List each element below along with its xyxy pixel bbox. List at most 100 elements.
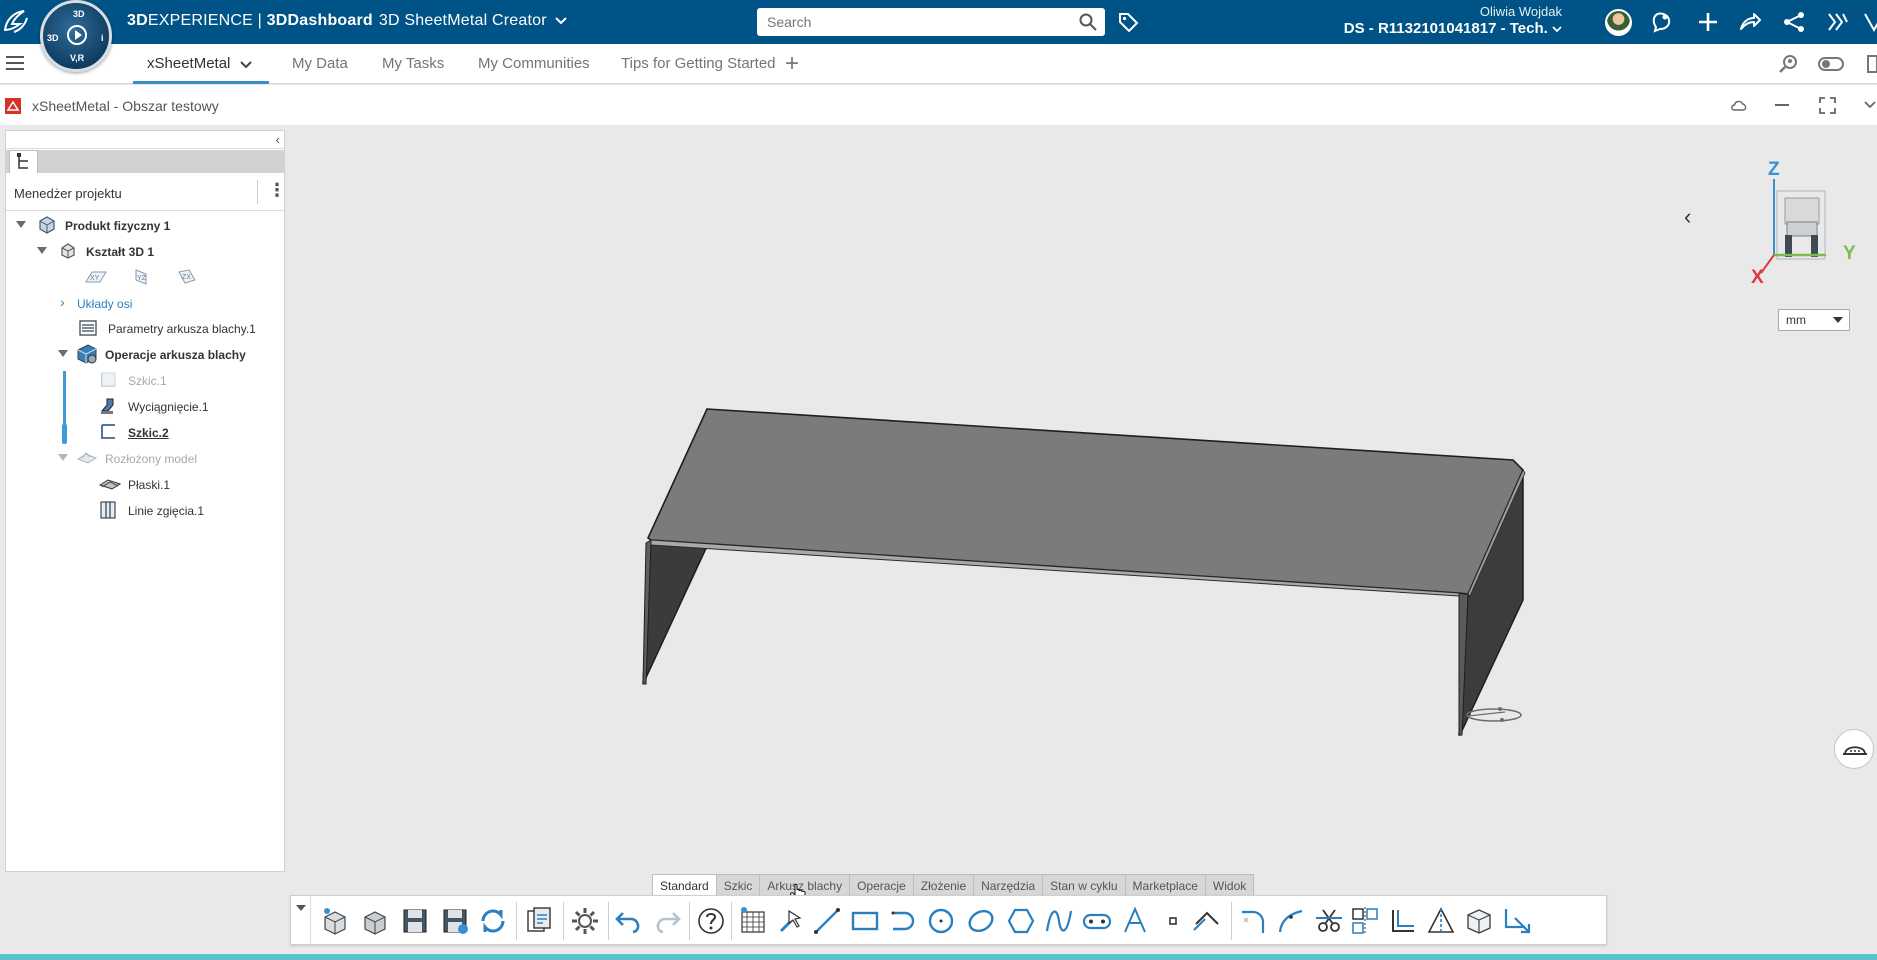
- section-tab-szkic[interactable]: Szkic: [716, 874, 761, 896]
- cloud-icon[interactable]: [1730, 97, 1748, 113]
- help-question-icon[interactable]: [695, 905, 727, 937]
- section-tab-marketplace[interactable]: Marketplace: [1125, 874, 1206, 896]
- grid-icon[interactable]: [737, 905, 769, 937]
- add-tab-icon[interactable]: +: [785, 50, 799, 78]
- notification-icon[interactable]: [1650, 10, 1674, 34]
- view-compass-cube[interactable]: Z Y X: [1749, 155, 1861, 285]
- line-tool-icon[interactable]: [811, 905, 843, 937]
- dimension-tool-icon[interactable]: [1191, 905, 1223, 937]
- tree-label: Parametry arkusza blachy.1: [108, 322, 256, 336]
- oblong-tool-icon[interactable]: [1081, 905, 1113, 937]
- plane-xy-icon[interactable]: XY: [84, 268, 108, 286]
- maximize-icon[interactable]: [1819, 97, 1836, 114]
- tree-node-operacje[interactable]: Operacje arkusza blachy: [58, 344, 278, 365]
- arc-tool-icon[interactable]: [1275, 905, 1307, 937]
- expand-arrow-icon[interactable]: [37, 247, 47, 254]
- new-product-icon[interactable]: [319, 905, 351, 937]
- expand-panel-chevron-icon[interactable]: ‹: [1684, 204, 1691, 230]
- panel-icon[interactable]: [1866, 53, 1877, 75]
- trim-tool-icon[interactable]: [1313, 905, 1345, 937]
- user-menu[interactable]: Oliwia Wojdak DS - R1132101041817 - Tech…: [1344, 4, 1562, 37]
- toggle-view-icon[interactable]: [1817, 53, 1845, 75]
- brand-experience: EXPERIENCE: [147, 12, 253, 29]
- avatar[interactable]: [1605, 9, 1632, 36]
- point-tool-icon[interactable]: [1157, 905, 1189, 937]
- minimize-icon[interactable]: [1774, 103, 1790, 107]
- toolbar-separator: [689, 902, 690, 940]
- tab-my-tasks[interactable]: My Tasks: [382, 55, 444, 72]
- section-tab-zlozenie[interactable]: Złożenie: [913, 874, 975, 896]
- spline-tool-icon[interactable]: [1043, 905, 1075, 937]
- fillet-tool-icon[interactable]: [1237, 905, 1269, 937]
- section-tab-operacje[interactable]: Operacje: [850, 874, 914, 896]
- ellipse-tool-icon[interactable]: [965, 905, 997, 937]
- text-tool-icon[interactable]: [1119, 905, 1151, 937]
- expand-chevron-icon[interactable]: ›: [60, 294, 65, 310]
- tab-my-communities[interactable]: My Communities: [478, 55, 590, 72]
- exit-sketch-icon[interactable]: [1501, 905, 1533, 937]
- offset-tool-icon[interactable]: [1387, 905, 1419, 937]
- tab-tips-getting-started[interactable]: Tips for Getting Started: [621, 55, 776, 72]
- expand-arrow-icon[interactable]: [58, 454, 68, 461]
- share-arrow-icon[interactable]: [1738, 10, 1762, 34]
- section-tab-stan-w-cyklu[interactable]: Stan w cyklu: [1043, 874, 1126, 896]
- tree-node-uklady-osi[interactable]: › Układy osi: [60, 294, 220, 314]
- plane-yz-icon[interactable]: YZ: [130, 268, 154, 286]
- tree-node-rozlozony[interactable]: Rozłożony model: [58, 449, 258, 469]
- assistant-helmet-icon[interactable]: [1834, 729, 1874, 769]
- section-tab-narzedzia[interactable]: Narzędzia: [974, 874, 1044, 896]
- rectangle-tool-icon[interactable]: [849, 905, 881, 937]
- 3d-box-icon[interactable]: [1463, 905, 1495, 937]
- search-people-icon[interactable]: [1778, 53, 1800, 75]
- chevron-down-icon[interactable]: [1863, 100, 1877, 110]
- section-tab-standard[interactable]: Standard: [652, 874, 717, 896]
- app-name-dropdown[interactable]: 3D SheetMetal Creator: [379, 12, 547, 29]
- share-network-icon[interactable]: [1782, 10, 1806, 34]
- add-icon[interactable]: [1696, 10, 1720, 34]
- save-all-icon[interactable]: [439, 905, 471, 937]
- tree-node-produkt-fizyczny[interactable]: Produkt fizyczny 1: [16, 216, 216, 236]
- circle-tool-icon[interactable]: [925, 905, 957, 937]
- tree-node-parametry[interactable]: Parametry arkusza blachy.1: [79, 319, 279, 339]
- constraint-tool-icon[interactable]: [1425, 905, 1457, 937]
- tree-node-szkic-1[interactable]: Szkic.1: [99, 371, 249, 391]
- tab-my-data[interactable]: My Data: [292, 55, 348, 72]
- expand-arrow-icon[interactable]: [58, 350, 68, 357]
- tree-node-wyciagniecie[interactable]: Wyciągnięcie.1: [99, 397, 259, 417]
- revision-icon[interactable]: [523, 905, 555, 937]
- chevron-down-icon[interactable]: [555, 16, 568, 26]
- action-bar-expand-icon[interactable]: [291, 896, 311, 944]
- apps-icon[interactable]: [1826, 10, 1850, 34]
- tree-node-plaski[interactable]: Płaski.1: [99, 475, 249, 495]
- tab-tree[interactable]: [9, 150, 38, 173]
- settings-gear-icon[interactable]: [569, 905, 601, 937]
- open-content-icon[interactable]: [359, 905, 391, 937]
- redo-icon[interactable]: [651, 905, 683, 937]
- search-icon[interactable]: [1079, 13, 1097, 31]
- mirror-tool-icon[interactable]: [1349, 905, 1381, 937]
- plane-zx-icon[interactable]: ZX: [175, 268, 199, 286]
- collapse-chevron-icon[interactable]: ‹: [276, 132, 280, 147]
- tree-node-ksztalt-3d[interactable]: Kształt 3D 1: [37, 242, 237, 262]
- hamburger-menu-icon[interactable]: [6, 56, 24, 70]
- unit-selector[interactable]: mm: [1778, 309, 1850, 331]
- select-sketch-icon[interactable]: [775, 905, 807, 937]
- refresh-icon[interactable]: [477, 905, 509, 937]
- search-input[interactable]: [757, 8, 1057, 36]
- section-tab-widok[interactable]: Widok: [1205, 874, 1255, 896]
- more-options-icon[interactable]: ⋮: [268, 181, 286, 199]
- tree-node-linie-zgiecia[interactable]: Linie zgięcia.1: [99, 501, 249, 521]
- undo-icon[interactable]: [613, 905, 645, 937]
- tab-xsheetmetal[interactable]: xSheetMetal: [147, 55, 230, 72]
- tag-icon[interactable]: [1117, 11, 1139, 33]
- slot-tool-icon[interactable]: [887, 905, 919, 937]
- chevron-down-icon[interactable]: [239, 60, 253, 70]
- compass-icon[interactable]: 3D 3D i V,R: [40, 0, 112, 72]
- polygon-tool-icon[interactable]: [1005, 905, 1037, 937]
- help-icon[interactable]: [1862, 10, 1877, 34]
- ds-logo-icon[interactable]: [0, 6, 32, 38]
- save-icon[interactable]: [399, 905, 431, 937]
- tree-node-szkic-2[interactable]: Szkic.2: [99, 423, 249, 443]
- expand-arrow-icon[interactable]: [16, 221, 26, 228]
- tenant-selector[interactable]: DS - R1132101041817 - Tech.: [1344, 20, 1562, 37]
